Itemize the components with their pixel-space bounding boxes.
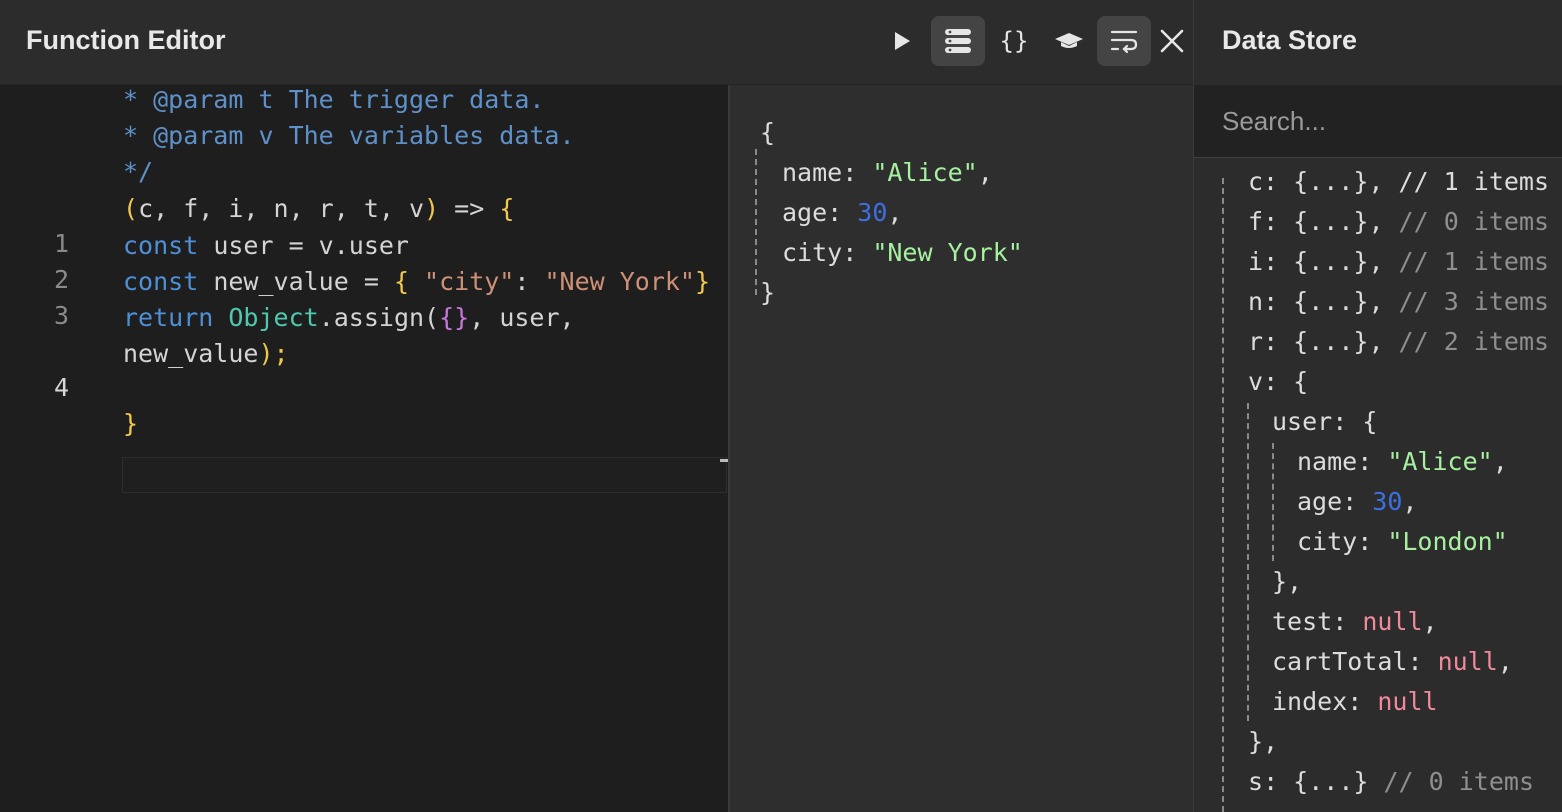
doc-comment-end: */ bbox=[123, 157, 154, 186]
indent-guide bbox=[1272, 443, 1274, 561]
tree-field: index: null bbox=[1272, 687, 1438, 716]
tree-item-partial[interactable]: c: {...}, // 1 items bbox=[1248, 162, 1549, 202]
tree-item-v[interactable]: v: { bbox=[1248, 362, 1308, 402]
data-tree[interactable]: c: {...}, // 1 items f: {...}, // 0 item… bbox=[1194, 158, 1562, 812]
tree-item[interactable]: f: {...}, // 0 items bbox=[1248, 202, 1549, 242]
json-field: city: "New York" bbox=[782, 238, 1023, 267]
tree-item-user[interactable]: user: { bbox=[1272, 402, 1377, 442]
closing-brace: } bbox=[123, 409, 139, 438]
tree-item[interactable]: n: {...}, // 3 items bbox=[1248, 282, 1549, 322]
word-wrap-button[interactable] bbox=[1097, 16, 1151, 66]
output-preview: { name: "Alice", age: 30, city: "New Yor… bbox=[730, 85, 1193, 812]
line-number-active: 4 bbox=[54, 373, 70, 402]
word-wrap-icon bbox=[1110, 30, 1138, 54]
doc-comment-line: * @param v The variables data. bbox=[123, 121, 575, 150]
function-signature: (c, f, i, n, r, t, v) => { bbox=[123, 194, 515, 223]
line-number: 1 bbox=[54, 229, 70, 258]
code-line-2: const new_value = { "city": "New York"} bbox=[123, 267, 711, 296]
tree-close: }, bbox=[1248, 727, 1279, 756]
tree-item[interactable]: r: {...}, // 2 items bbox=[1248, 322, 1549, 362]
data-view-button[interactable] bbox=[931, 16, 985, 66]
editor-title: Function Editor bbox=[26, 25, 226, 55]
json-field: age: 30, bbox=[782, 198, 903, 227]
tree-field: test: null, bbox=[1272, 607, 1438, 636]
tree-field: age: 30, bbox=[1297, 487, 1418, 516]
play-icon bbox=[895, 32, 910, 50]
line-number: 3 bbox=[54, 301, 70, 330]
learn-button[interactable] bbox=[1042, 16, 1096, 66]
json-view-button[interactable]: {} bbox=[987, 16, 1041, 66]
close-icon bbox=[1160, 29, 1184, 53]
json-close-brace: } bbox=[760, 278, 776, 307]
current-line-highlight bbox=[122, 457, 727, 493]
search-input[interactable] bbox=[1194, 85, 1562, 157]
json-field: name: "Alice", bbox=[782, 158, 993, 187]
scrollbar-marker bbox=[720, 459, 728, 462]
tree-close: }, bbox=[1272, 567, 1303, 596]
code-line-3: return Object.assign({}, user, bbox=[123, 303, 575, 332]
tree-field: name: "Alice", bbox=[1297, 447, 1508, 476]
close-button[interactable] bbox=[1152, 16, 1192, 66]
code-editor[interactable]: * @param t The trigger data. * @param v … bbox=[0, 85, 728, 812]
data-store-title: Data Store bbox=[1222, 25, 1358, 55]
data-store-panel: Data Store c: {...}, // 1 items f: {...}… bbox=[1193, 0, 1562, 812]
doc-comment-line: * @param t The trigger data. bbox=[123, 85, 545, 114]
tree-field: city: "London" bbox=[1297, 527, 1508, 556]
database-icon bbox=[945, 29, 971, 53]
run-button[interactable] bbox=[875, 16, 929, 66]
tree-item[interactable]: i: {...}, // 1 items bbox=[1248, 242, 1549, 282]
line-number: 2 bbox=[54, 265, 70, 294]
graduation-cap-icon bbox=[1055, 33, 1083, 48]
indent-guide bbox=[1247, 403, 1249, 721]
code-line-1: const user = v.user bbox=[123, 231, 409, 260]
tree-field: cartTotal: null, bbox=[1272, 647, 1513, 676]
tree-item[interactable]: s: {...} // 0 items bbox=[1248, 762, 1534, 802]
braces-icon: {} bbox=[999, 27, 1029, 55]
code-line-3-wrapped: new_value); bbox=[123, 339, 289, 368]
indent-guide bbox=[1222, 178, 1224, 812]
json-open-brace: { bbox=[760, 118, 776, 147]
indent-guide bbox=[755, 149, 757, 295]
editor-header: Function Editor {} bbox=[0, 0, 1193, 85]
